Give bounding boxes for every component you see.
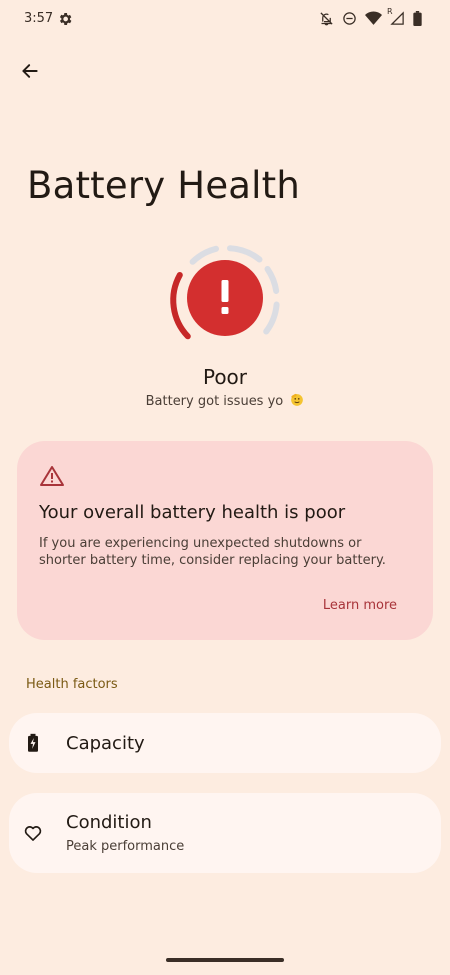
condition-title: Condition bbox=[66, 812, 152, 833]
home-indicator[interactable] bbox=[166, 958, 284, 962]
status-time: 3:57 bbox=[24, 11, 54, 26]
warning-title: Your overall battery health is poor bbox=[39, 502, 346, 523]
condition-item[interactable]: Condition Peak performance bbox=[9, 793, 441, 873]
back-button[interactable] bbox=[14, 55, 46, 87]
health-factors-header: Health factors bbox=[26, 677, 118, 692]
condition-subtitle: Peak performance bbox=[66, 839, 185, 854]
status-bar: 3:57 R bbox=[0, 0, 450, 40]
gauge-level-arc bbox=[170, 272, 191, 340]
back-arrow-icon bbox=[22, 64, 38, 78]
warning-triangle-icon bbox=[39, 465, 65, 491]
capacity-item[interactable]: Capacity bbox=[9, 713, 441, 773]
battery-icon bbox=[413, 11, 422, 26]
learn-more-link[interactable]: Learn more bbox=[323, 598, 397, 613]
capacity-title: Capacity bbox=[66, 733, 145, 754]
gauge-track-right bbox=[264, 266, 280, 294]
health-status-subtitle: Battery got issues yo bbox=[0, 393, 450, 411]
settings-icon bbox=[57, 11, 73, 27]
health-status-label: Poor bbox=[202, 365, 248, 389]
do-not-disturb-icon bbox=[342, 11, 357, 26]
warning-card: Your overall battery health is poor If y… bbox=[17, 441, 433, 640]
health-status-subtitle-text: Battery got issues yo bbox=[145, 394, 284, 409]
status-icons: R bbox=[319, 7, 422, 26]
page-title: Battery Health bbox=[27, 164, 301, 207]
saluting-face-emoji-icon bbox=[290, 393, 304, 411]
cell-signal-icon: R bbox=[387, 7, 405, 26]
notifications-off-icon bbox=[319, 11, 334, 26]
health-gauge bbox=[165, 240, 285, 360]
warning-text: If you are experiencing unexpected shutd… bbox=[39, 536, 386, 568]
battery-charging-icon bbox=[23, 733, 43, 757]
gauge-track-top-right bbox=[227, 245, 263, 263]
wifi-icon bbox=[365, 11, 382, 26]
signal-roaming-label: R bbox=[387, 7, 393, 16]
heart-icon bbox=[23, 823, 43, 847]
gauge-track-top bbox=[189, 245, 219, 265]
alert-icon bbox=[221, 280, 229, 314]
gauge-track-bottom-right bbox=[263, 301, 280, 335]
